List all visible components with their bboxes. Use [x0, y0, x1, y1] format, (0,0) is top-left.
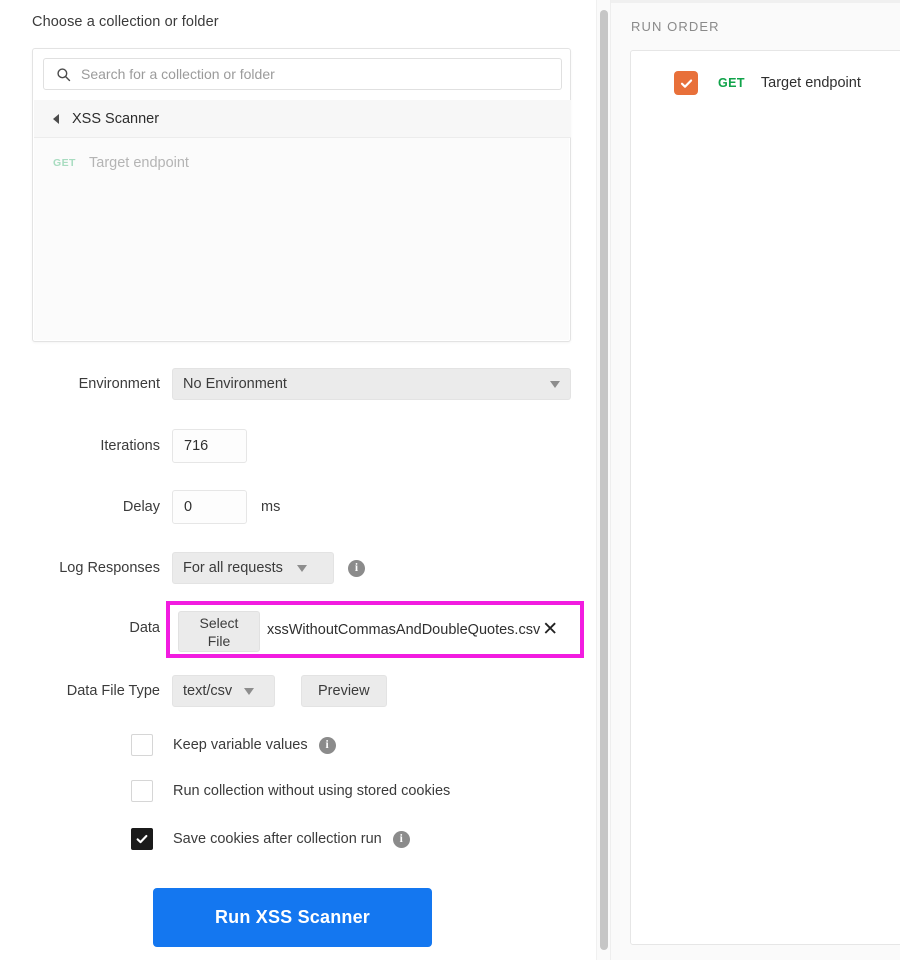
- list-item[interactable]: GET Target endpoint: [34, 150, 569, 176]
- method-badge: GET: [53, 157, 76, 169]
- runner-config-panel: Choose a collection or folder XSS Scanne…: [0, 0, 596, 960]
- data-file-type-label: Data File Type: [66, 683, 160, 699]
- run-order-title: RUN ORDER: [631, 19, 720, 34]
- run-order-panel: RUN ORDER GET Target endpoint: [610, 0, 900, 960]
- run-collection-button[interactable]: Run XSS Scanner: [153, 888, 432, 947]
- close-icon[interactable]: ✕: [542, 620, 558, 639]
- search-icon: [56, 67, 71, 82]
- delay-label: Delay: [122, 499, 160, 515]
- save-cookies-label: Save cookies after collection run: [173, 831, 382, 847]
- delay-row: Delay 0 ms: [0, 490, 280, 524]
- vertical-scrollbar[interactable]: [596, 0, 610, 960]
- info-icon[interactable]: i: [392, 830, 410, 848]
- data-file-highlight: Select File xssWithoutCommasAndDoubleQuo…: [166, 601, 584, 658]
- preview-button[interactable]: Preview: [301, 675, 387, 707]
- collection-runner-screen: Choose a collection or folder XSS Scanne…: [0, 0, 900, 960]
- info-icon[interactable]: i: [318, 736, 336, 754]
- run-order-item[interactable]: GET Target endpoint: [631, 63, 900, 103]
- select-file-line-1: Select: [199, 614, 239, 631]
- iterations-input[interactable]: 716: [172, 429, 247, 463]
- chevron-down-icon: [296, 564, 307, 572]
- page-title: Choose a collection or folder: [32, 14, 219, 30]
- run-without-stored-cookies-checkbox[interactable]: [131, 780, 153, 802]
- list-item-label: Target endpoint: [89, 155, 189, 171]
- save-cookies-checkbox[interactable]: [131, 828, 153, 850]
- checkbox-row-no-stored-cookies[interactable]: Run collection without using stored cook…: [131, 780, 450, 802]
- log-responses-row: Log Responses For all requests i: [0, 552, 365, 584]
- back-caret-icon: [53, 113, 59, 124]
- search-input[interactable]: [81, 66, 541, 82]
- panel-divider: [611, 0, 900, 3]
- delay-input[interactable]: 0: [172, 490, 247, 524]
- iterations-label: Iterations: [100, 438, 160, 454]
- environment-select[interactable]: No Environment: [172, 368, 571, 400]
- delay-value: 0: [184, 499, 193, 515]
- chevron-down-icon: [244, 687, 255, 695]
- collection-chooser: XSS Scanner GET Target endpoint: [32, 48, 571, 342]
- info-icon[interactable]: i: [348, 559, 365, 577]
- log-responses-select[interactable]: For all requests: [172, 552, 334, 584]
- environment-row: Environment No Environment: [0, 368, 571, 400]
- data-file-name-wrapper: xssWithoutCommasAndDoubleQuotes.csv ✕: [267, 605, 558, 654]
- data-file-type-row: Data File Type text/csv Preview: [0, 675, 387, 707]
- scrollbar-thumb[interactable]: [600, 10, 608, 950]
- environment-label: Environment: [78, 376, 160, 392]
- select-file-line-2: File: [207, 632, 231, 649]
- preview-button-label: Preview: [318, 683, 370, 699]
- collection-item-list: GET Target endpoint: [34, 138, 569, 340]
- iterations-row: Iterations 716: [0, 429, 247, 463]
- data-file-type-select[interactable]: text/csv: [172, 675, 275, 707]
- checkbox-row-save-cookies[interactable]: Save cookies after collection run i: [131, 828, 410, 850]
- keep-variable-values-label: Keep variable values: [173, 737, 308, 753]
- data-label: Data: [129, 620, 160, 636]
- log-responses-label: Log Responses: [59, 560, 160, 576]
- run-order-item-method: GET: [718, 76, 745, 90]
- log-responses-select-value: For all requests: [183, 560, 283, 576]
- data-file-name: xssWithoutCommasAndDoubleQuotes.csv: [267, 621, 541, 638]
- environment-select-value: No Environment: [183, 376, 287, 392]
- run-order-item-checkbox[interactable]: [674, 71, 698, 95]
- run-order-list: GET Target endpoint: [630, 50, 900, 945]
- search-field-wrapper[interactable]: [43, 58, 562, 90]
- run-without-stored-cookies-label: Run collection without using stored cook…: [173, 783, 451, 799]
- run-order-item-label: Target endpoint: [760, 75, 861, 91]
- breadcrumb-label: XSS Scanner: [72, 110, 160, 127]
- select-file-button[interactable]: Select File: [178, 611, 260, 652]
- chevron-down-icon: [550, 380, 560, 388]
- iterations-value: 716: [184, 438, 209, 454]
- keep-variable-values-checkbox[interactable]: [131, 734, 153, 756]
- delay-unit-label: ms: [261, 499, 281, 515]
- breadcrumb-back-row[interactable]: XSS Scanner: [34, 100, 571, 138]
- checkbox-row-keep-variable-values[interactable]: Keep variable values i: [131, 734, 336, 756]
- data-file-type-value: text/csv: [183, 683, 233, 699]
